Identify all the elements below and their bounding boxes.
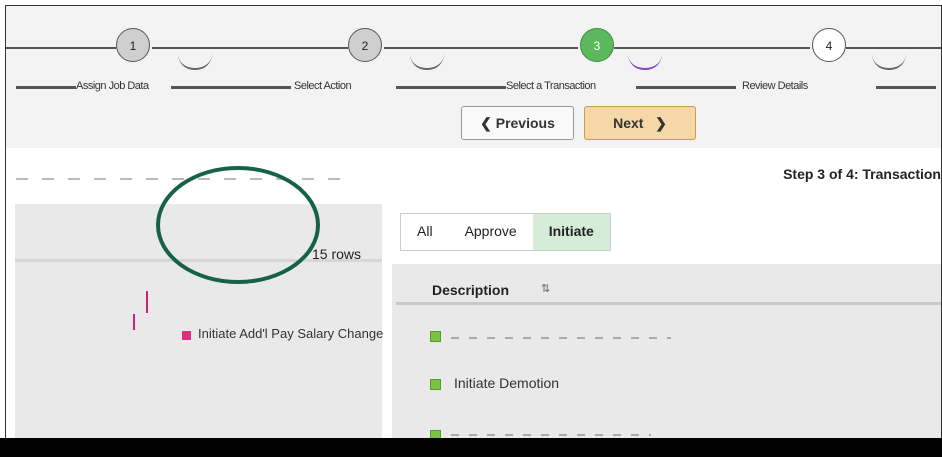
tab-initiate[interactable]: Initiate xyxy=(532,214,610,250)
step-connector xyxy=(6,47,116,49)
label-underline xyxy=(876,86,936,89)
sort-icon[interactable]: ⇅ xyxy=(541,282,550,295)
chevron-right-icon: ❯ xyxy=(655,115,667,131)
label-underline xyxy=(636,86,736,89)
page-title: Step 3 of 4: Transaction xyxy=(783,166,941,182)
annotation-circle xyxy=(156,166,320,284)
row-placeholder xyxy=(451,434,651,436)
label-underline xyxy=(16,86,76,89)
progress-stepper: 1 2 3 4 Assign Job Data Select Action Se… xyxy=(6,6,941,148)
selection-marker xyxy=(133,314,135,330)
step-4-circle[interactable]: 4 xyxy=(812,28,846,62)
description-column-header[interactable]: Description xyxy=(432,282,509,298)
app-frame: 1 2 3 4 Assign Job Data Select Action Se… xyxy=(5,5,942,439)
step-4-status-icon xyxy=(872,54,906,70)
step-connector xyxy=(152,47,348,49)
next-button-label: Next xyxy=(613,115,644,131)
grid-header-divider xyxy=(396,302,941,305)
label-underline xyxy=(171,86,291,89)
step-4-label: Review Details xyxy=(742,80,808,92)
page-subtitle-placeholder xyxy=(16,178,346,180)
chevron-left-icon: ❮ xyxy=(480,115,492,131)
selection-marker xyxy=(146,291,148,313)
step-1-status-icon xyxy=(178,54,212,70)
step-3-status-icon xyxy=(628,54,662,70)
row-checkbox-icon xyxy=(430,379,441,390)
step-2-circle[interactable]: 2 xyxy=(348,28,382,62)
transaction-row[interactable]: Initiate Demotion xyxy=(454,375,559,391)
row-checkbox-icon xyxy=(430,331,441,342)
step-2-label: Select Action xyxy=(294,80,352,92)
step-connector xyxy=(384,47,578,49)
bottom-bar xyxy=(0,438,942,457)
tab-all[interactable]: All xyxy=(401,214,449,250)
label-underline xyxy=(396,86,506,89)
tab-approve[interactable]: Approve xyxy=(449,214,533,250)
next-button[interactable]: Next ❯ xyxy=(584,106,696,140)
step-1-circle[interactable]: 1 xyxy=(116,28,150,62)
step-connector xyxy=(614,47,810,49)
left-list-item[interactable]: Initiate Add'l Pay Salary Change xyxy=(198,326,383,341)
filter-tabs: All Approve Initiate xyxy=(400,213,611,251)
row-status-icon xyxy=(182,331,191,340)
step-connector xyxy=(846,47,941,49)
rows-count: 15 rows xyxy=(312,246,362,262)
step-3-circle[interactable]: 3 xyxy=(580,28,614,62)
step-2-status-icon xyxy=(410,54,444,70)
row-placeholder xyxy=(451,337,671,339)
previous-button[interactable]: ❮ Previous xyxy=(461,106,574,140)
step-3-label: Select a Transaction xyxy=(506,80,596,92)
step-1-label: Assign Job Data xyxy=(76,80,149,92)
previous-button-label: Previous xyxy=(495,115,555,131)
